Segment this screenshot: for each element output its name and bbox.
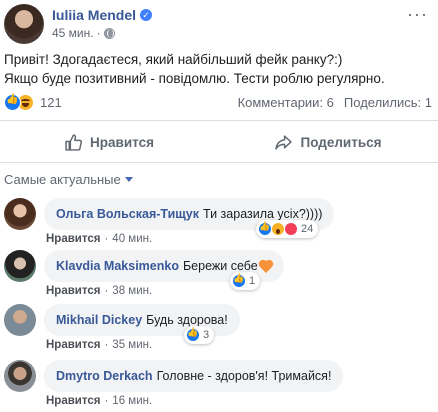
author-row: Iuliia Mendel ✓ bbox=[52, 7, 153, 23]
love-reaction-icon bbox=[284, 222, 298, 236]
comment-reaction-count: 3 bbox=[203, 329, 210, 341]
comment-text: Бережи себе bbox=[182, 259, 258, 273]
comment-bubble: Dmytro Derkach Головне - здоров'я! Трима… bbox=[44, 360, 344, 392]
commenter-name[interactable]: Klavdia Maksimenko bbox=[56, 259, 179, 273]
verified-badge-icon: ✓ bbox=[140, 9, 153, 21]
comment-reaction-count: 1 bbox=[249, 275, 256, 287]
comment-like-link[interactable]: Нравится bbox=[46, 233, 100, 245]
action-bar: Нравится Поделиться bbox=[0, 124, 438, 160]
thumbs-up-icon bbox=[65, 133, 83, 151]
like-reaction-icon bbox=[186, 327, 200, 342]
like-reaction-icon bbox=[232, 273, 246, 288]
sort-label: Самые актуальные bbox=[4, 172, 121, 187]
comment: Klavdia Maksimenko Бережи себе 1 Нравитс… bbox=[4, 250, 434, 298]
commenter-avatar[interactable] bbox=[4, 360, 36, 392]
post-stats-right: Комментарии: 6 Поделились: 1 bbox=[238, 95, 432, 110]
like-reaction-icon bbox=[4, 93, 21, 111]
commenter-avatar[interactable] bbox=[4, 304, 36, 336]
orange-heart-icon bbox=[259, 261, 272, 273]
share-arrow-icon bbox=[275, 134, 293, 150]
comment-reaction-count: 24 bbox=[301, 223, 314, 235]
commenter-name[interactable]: Mikhail Dickey bbox=[56, 313, 142, 327]
comment-meta: Нравится · 35 мин. bbox=[46, 339, 153, 351]
comment-meta: Нравится · 38 мин. bbox=[46, 285, 153, 297]
comment-like-link[interactable]: Нравится bbox=[46, 395, 100, 407]
post-stats: 121 Комментарии: 6 Поделились: 1 bbox=[4, 92, 432, 112]
comment-time[interactable]: 38 мин. bbox=[112, 285, 152, 297]
like-button[interactable]: Нравится bbox=[0, 124, 219, 160]
comment-meta: Нравится · 16 мин. bbox=[46, 395, 153, 407]
comment-meta: Нравится · 40 мин. bbox=[46, 233, 153, 245]
divider bbox=[0, 162, 438, 163]
author-name[interactable]: Iuliia Mendel bbox=[52, 7, 136, 23]
post-header: Iuliia Mendel ✓ 45 мин. · ··· bbox=[4, 4, 434, 44]
post-text-line: Якщо буде позитивний - повідомлю. Тести … bbox=[4, 71, 385, 86]
comment-text: Ти заразила усіх?)))) bbox=[203, 207, 323, 221]
caret-down-icon bbox=[124, 177, 133, 182]
comment-reactions[interactable]: 24 bbox=[256, 220, 319, 238]
comment-sort-dropdown[interactable]: Самые актуальные bbox=[4, 172, 133, 187]
comments-count-link[interactable]: Комментарии: 6 bbox=[238, 95, 334, 110]
like-button-label: Нравится bbox=[90, 134, 154, 150]
comment-time[interactable]: 40 мин. bbox=[112, 233, 152, 245]
comment-like-link[interactable]: Нравится bbox=[46, 339, 100, 351]
reaction-icons[interactable] bbox=[4, 93, 34, 111]
share-button-label: Поделиться bbox=[300, 134, 382, 150]
comment: Dmytro Derkach Головне - здоров'я! Трима… bbox=[4, 360, 434, 408]
comment-text: Головне - здоров'я! Тримайся! bbox=[156, 369, 332, 383]
divider bbox=[0, 120, 438, 121]
commenter-avatar[interactable] bbox=[4, 250, 36, 282]
share-button[interactable]: Поделиться bbox=[219, 124, 438, 160]
post-meta: 45 мин. · bbox=[52, 26, 115, 40]
comment-like-link[interactable]: Нравится bbox=[46, 285, 100, 297]
globe-icon bbox=[103, 27, 115, 39]
author-avatar[interactable] bbox=[4, 4, 44, 44]
comment-time[interactable]: 35 мин. bbox=[112, 339, 152, 351]
post-time[interactable]: 45 мин. bbox=[52, 26, 94, 40]
post-text-line: Привіт! Здогадаєтеся, який найбільший фе… bbox=[4, 52, 343, 67]
shares-count-link[interactable]: Поделились: 1 bbox=[344, 95, 432, 110]
post-text: Привіт! Здогадаєтеся, який найбільший фе… bbox=[4, 50, 434, 88]
reactions-count[interactable]: 121 bbox=[40, 95, 62, 110]
wow-reaction-icon bbox=[271, 222, 285, 236]
comment: Mikhail Dickey Будь здорова! 3 Нравится … bbox=[4, 304, 434, 352]
comment-reactions[interactable]: 3 bbox=[184, 326, 215, 344]
comment-text: Будь здорова! bbox=[146, 313, 228, 327]
like-reaction-icon bbox=[258, 221, 272, 236]
more-options-button[interactable]: ··· bbox=[407, 4, 428, 25]
comment: Ольга Вольская-Тищук Ти заразила усіх?))… bbox=[4, 198, 434, 246]
commenter-name[interactable]: Ольга Вольская-Тищук bbox=[56, 207, 199, 221]
commenter-name[interactable]: Dmytro Derkach bbox=[56, 369, 153, 383]
commenter-avatar[interactable] bbox=[4, 198, 36, 230]
comment-time[interactable]: 16 мин. bbox=[112, 395, 152, 407]
comment-reactions[interactable]: 1 bbox=[230, 272, 261, 290]
